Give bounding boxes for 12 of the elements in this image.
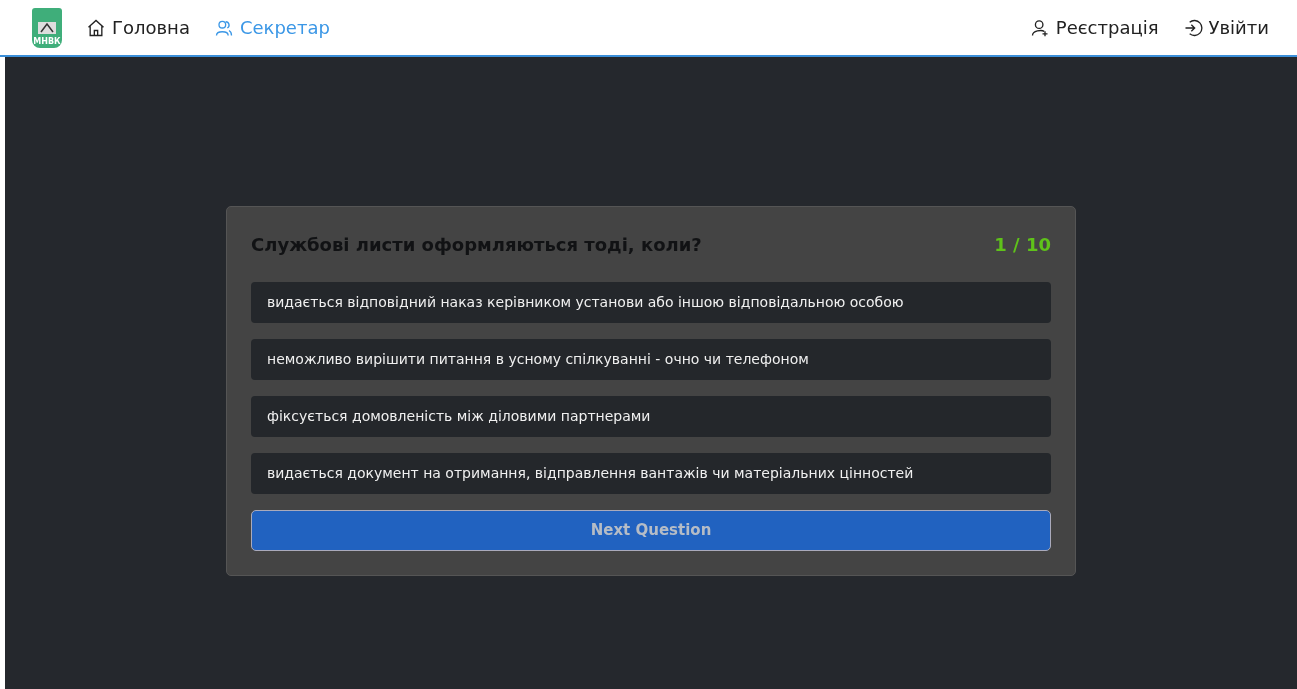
nav-link[interactable]: Реєстрація xyxy=(1029,14,1159,41)
answer-option[interactable]: неможливо вирішити питання в усному спілкуванні - очно чи телефоном xyxy=(251,339,1051,381)
answer-option[interactable]: видається відповідний наказ керівником установи або іншою відповідальною особою xyxy=(251,282,1051,324)
nav-link[interactable]: Увійти xyxy=(1182,14,1269,41)
nav-link[interactable]: Головна xyxy=(86,14,190,41)
emblem-icon xyxy=(37,20,57,35)
user-add-icon xyxy=(1029,17,1050,38)
logo-text: МНВК xyxy=(33,37,61,46)
answer-option[interactable]: видається документ на отримання, відправлення вантажів чи матеріальних цінностей xyxy=(251,453,1051,495)
question-counter: 1 / 10 xyxy=(994,233,1051,258)
home-icon xyxy=(86,17,106,38)
answer-option[interactable]: фіксується домовленість між діловими партнерами xyxy=(251,396,1051,438)
